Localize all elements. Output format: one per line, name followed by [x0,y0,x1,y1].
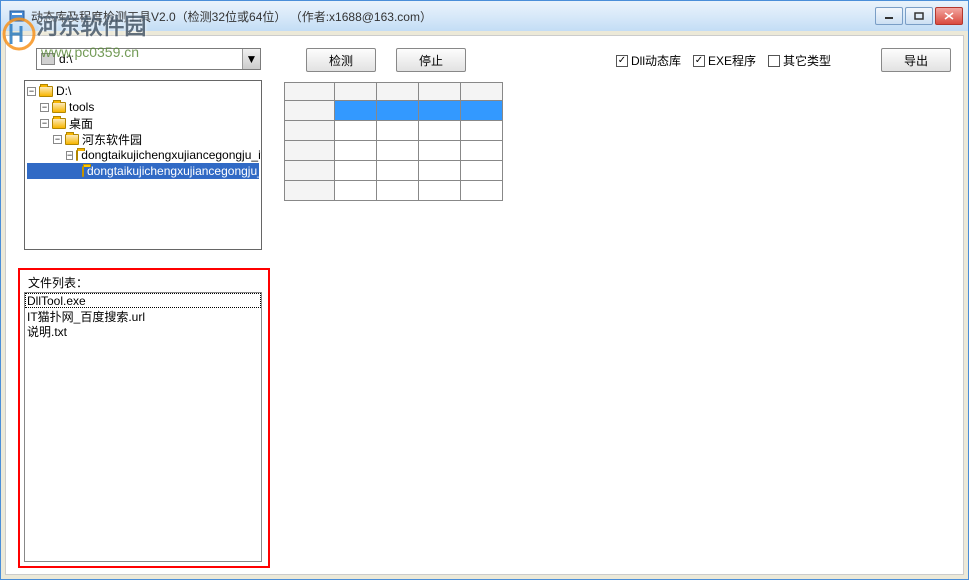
grid-row-header[interactable] [285,161,335,181]
app-window: 动态库及程度检测工具V2.0（检测32位或64位） （作者:x1688@163.… [0,0,969,580]
grid-cell[interactable] [377,161,419,181]
collapse-icon[interactable]: − [40,103,49,112]
drive-value: d:\ [59,52,72,66]
checkbox-icon: ✓ [616,55,628,67]
tree-item[interactable]: − 河东软件园 [27,131,259,147]
grid-cell[interactable] [335,121,377,141]
window-controls [875,7,963,25]
list-item[interactable]: 说明.txt [25,323,261,338]
minimize-button[interactable] [875,7,903,25]
folder-open-icon [82,166,84,177]
folder-open-icon [39,86,53,97]
tree-item-selected[interactable]: dongtaikujichengxujiancegongju_itmop. [27,163,259,179]
result-grid[interactable] [284,82,503,201]
tree-item[interactable]: − 桌面 [27,115,259,131]
close-button[interactable] [935,7,963,25]
grid-row[interactable] [285,101,503,121]
grid-row[interactable] [285,141,503,161]
grid-cell[interactable] [377,121,419,141]
grid-cell[interactable] [335,161,377,181]
tree-item[interactable]: − D:\ [27,83,259,99]
exe-checkbox[interactable]: ✓ EXE程序 [693,52,756,69]
grid-cell-selected[interactable] [419,101,461,121]
grid-cell[interactable] [461,141,503,161]
grid-row[interactable] [285,161,503,181]
grid-cell[interactable] [461,121,503,141]
inner-panel: d:\ ▼ 检测 停止 ✓ Dll动态库 ✓ EXE程序 [5,35,964,575]
grid-cell[interactable] [377,141,419,161]
client-area: d:\ ▼ 检测 停止 ✓ Dll动态库 ✓ EXE程序 [1,31,968,579]
drive-icon [41,53,55,65]
list-item[interactable]: IT猫扑网_百度搜索.url [25,308,261,323]
other-checkbox[interactable]: 其它类型 [768,52,831,69]
grid-cell[interactable] [419,121,461,141]
grid-corner [285,83,335,101]
file-list[interactable]: DllTool.exe IT猫扑网_百度搜索.url 说明.txt [24,292,262,562]
filter-checkboxes: ✓ Dll动态库 ✓ EXE程序 其它类型 [616,52,831,69]
tree-item[interactable]: − tools [27,99,259,115]
collapse-icon[interactable]: − [66,151,73,160]
tree-item[interactable]: − dongtaikujichengxujiancegongju_itmop.c [27,147,259,163]
grid-row-header[interactable] [285,121,335,141]
folder-tree[interactable]: − D:\ − tools − 桌面 − 河东软件园 [24,80,262,250]
folder-open-icon [52,102,66,113]
folder-open-icon [52,118,66,129]
grid-row-header[interactable] [285,101,335,121]
drive-dropdown[interactable]: d:\ ▼ [36,48,261,70]
grid-cell[interactable] [461,161,503,181]
grid-cell-selected[interactable] [335,101,377,121]
titlebar: 动态库及程度检测工具V2.0（检测32位或64位） （作者:x1688@163.… [1,1,968,31]
grid-cell[interactable] [335,181,377,201]
grid-row-header[interactable] [285,181,335,201]
grid-cell-selected[interactable] [461,101,503,121]
grid-header-cell[interactable] [335,83,377,101]
grid-header-cell[interactable] [461,83,503,101]
grid-header-row [285,83,503,101]
checkbox-icon: ✓ [693,55,705,67]
grid-cell[interactable] [419,161,461,181]
list-item[interactable]: DllTool.exe [25,293,261,308]
grid-cell[interactable] [335,141,377,161]
collapse-icon[interactable]: − [53,135,62,144]
grid-cell[interactable] [377,181,419,201]
top-toolbar: d:\ ▼ 检测 停止 ✓ Dll动态库 ✓ EXE程序 [6,48,963,78]
detect-button[interactable]: 检测 [306,48,376,72]
window-title: 动态库及程度检测工具V2.0（检测32位或64位） （作者:x1688@163.… [31,8,875,25]
collapse-icon[interactable]: − [40,119,49,128]
filelist-label: 文件列表： [28,274,88,291]
grid-cell[interactable] [461,181,503,201]
folder-open-icon [76,150,78,161]
grid-row[interactable] [285,181,503,201]
grid-cell[interactable] [419,141,461,161]
collapse-icon[interactable]: − [27,87,36,96]
grid-row-header[interactable] [285,141,335,161]
grid-header-cell[interactable] [377,83,419,101]
export-button[interactable]: 导出 [881,48,951,72]
chevron-down-icon: ▼ [242,49,260,69]
grid-cell-selected[interactable] [377,101,419,121]
app-icon [9,8,25,24]
folder-open-icon [65,134,79,145]
dll-checkbox[interactable]: ✓ Dll动态库 [616,52,681,69]
checkbox-icon [768,55,780,67]
grid-row[interactable] [285,121,503,141]
maximize-button[interactable] [905,7,933,25]
grid-cell[interactable] [419,181,461,201]
stop-button[interactable]: 停止 [396,48,466,72]
grid-header-cell[interactable] [419,83,461,101]
